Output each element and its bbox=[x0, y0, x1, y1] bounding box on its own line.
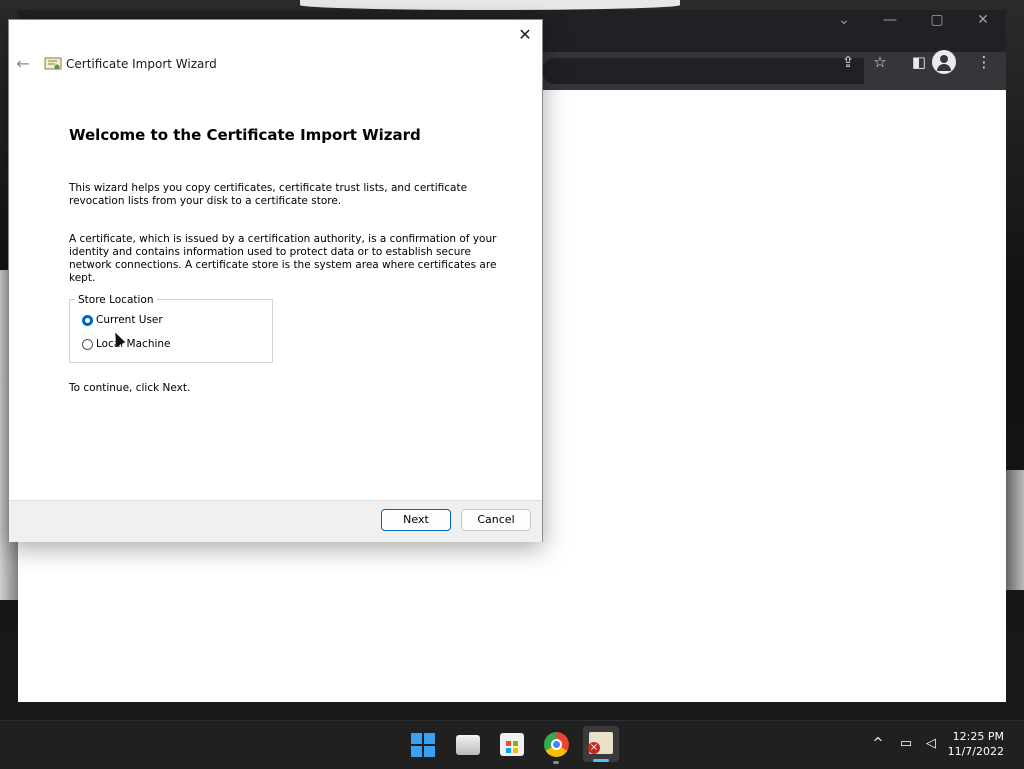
star-icon[interactable]: ☆ bbox=[869, 52, 891, 72]
maximize-button[interactable]: ▢ bbox=[923, 9, 951, 31]
close-icon[interactable]: ✕ bbox=[514, 24, 536, 46]
next-button[interactable]: Next bbox=[381, 509, 451, 531]
share-icon[interactable]: ⇪ bbox=[837, 52, 859, 72]
start-logo-pane bbox=[424, 746, 435, 757]
page-heading: Welcome to the Certificate Import Wizard bbox=[69, 126, 421, 144]
start-logo-pane bbox=[424, 733, 435, 744]
store-logo-part bbox=[513, 748, 518, 753]
store-location-legend: Store Location bbox=[75, 294, 157, 306]
current-user-label: Current User bbox=[96, 314, 163, 326]
back-arrow-icon[interactable]: ← bbox=[13, 54, 33, 74]
store-icon[interactable] bbox=[500, 733, 524, 756]
local-machine-option[interactable]: Local Machine bbox=[82, 338, 171, 350]
local-machine-radio[interactable] bbox=[82, 338, 93, 350]
wallpaper-detail bbox=[1006, 470, 1024, 590]
start-logo-pane bbox=[411, 746, 422, 757]
description-paragraph: A certificate, which is issued by a cert… bbox=[69, 233, 497, 284]
current-user-radio[interactable] bbox=[82, 314, 93, 326]
start-logo-pane bbox=[411, 733, 422, 744]
profile-icon[interactable] bbox=[932, 50, 956, 74]
dialog-title: Certificate Import Wizard bbox=[66, 57, 217, 71]
store-logo-part bbox=[506, 748, 511, 753]
chrome-icon[interactable] bbox=[544, 732, 569, 757]
side-panel-icon[interactable]: ◧ bbox=[908, 52, 930, 72]
volume-muted-icon[interactable]: ◁ bbox=[922, 735, 940, 753]
store-logo-part bbox=[506, 741, 511, 746]
chrome-running-indicator bbox=[553, 761, 559, 764]
intro-paragraph: This wizard helps you copy certificates,… bbox=[69, 182, 468, 207]
minimize-button[interactable]: — bbox=[876, 9, 904, 31]
continue-instruction: To continue, click Next. bbox=[69, 382, 191, 394]
certificate-icon bbox=[44, 57, 62, 70]
store-logo-part bbox=[513, 741, 518, 746]
certificate-manager-icon[interactable] bbox=[588, 732, 613, 754]
wallpaper-detail bbox=[300, 0, 680, 10]
address-bar[interactable] bbox=[542, 58, 864, 84]
file-explorer-icon[interactable] bbox=[456, 735, 480, 755]
system-clock[interactable]: 12:25 PM 11/7/2022 bbox=[948, 729, 1004, 759]
store-location-group bbox=[69, 299, 273, 363]
network-icon[interactable]: ▭ bbox=[897, 735, 915, 753]
start-icon[interactable] bbox=[411, 733, 435, 757]
cancel-button[interactable]: Cancel bbox=[461, 509, 531, 531]
menu-icon[interactable]: ⋮ bbox=[973, 52, 995, 72]
certificate-import-wizard-dialog: ✕ ← Certificate Import Wizard Welcome to… bbox=[8, 19, 543, 542]
tab-search-button[interactable]: ⌄ bbox=[830, 9, 858, 31]
local-machine-label: Local Machine bbox=[96, 338, 171, 350]
clock-date: 11/7/2022 bbox=[947, 745, 1004, 758]
browser-close-button[interactable]: ✕ bbox=[969, 9, 997, 31]
current-user-option[interactable]: Current User bbox=[82, 314, 163, 326]
chevron-up-icon[interactable]: ^ bbox=[869, 735, 887, 753]
active-app-indicator bbox=[593, 759, 609, 762]
clock-time: 12:25 PM bbox=[952, 730, 1004, 743]
